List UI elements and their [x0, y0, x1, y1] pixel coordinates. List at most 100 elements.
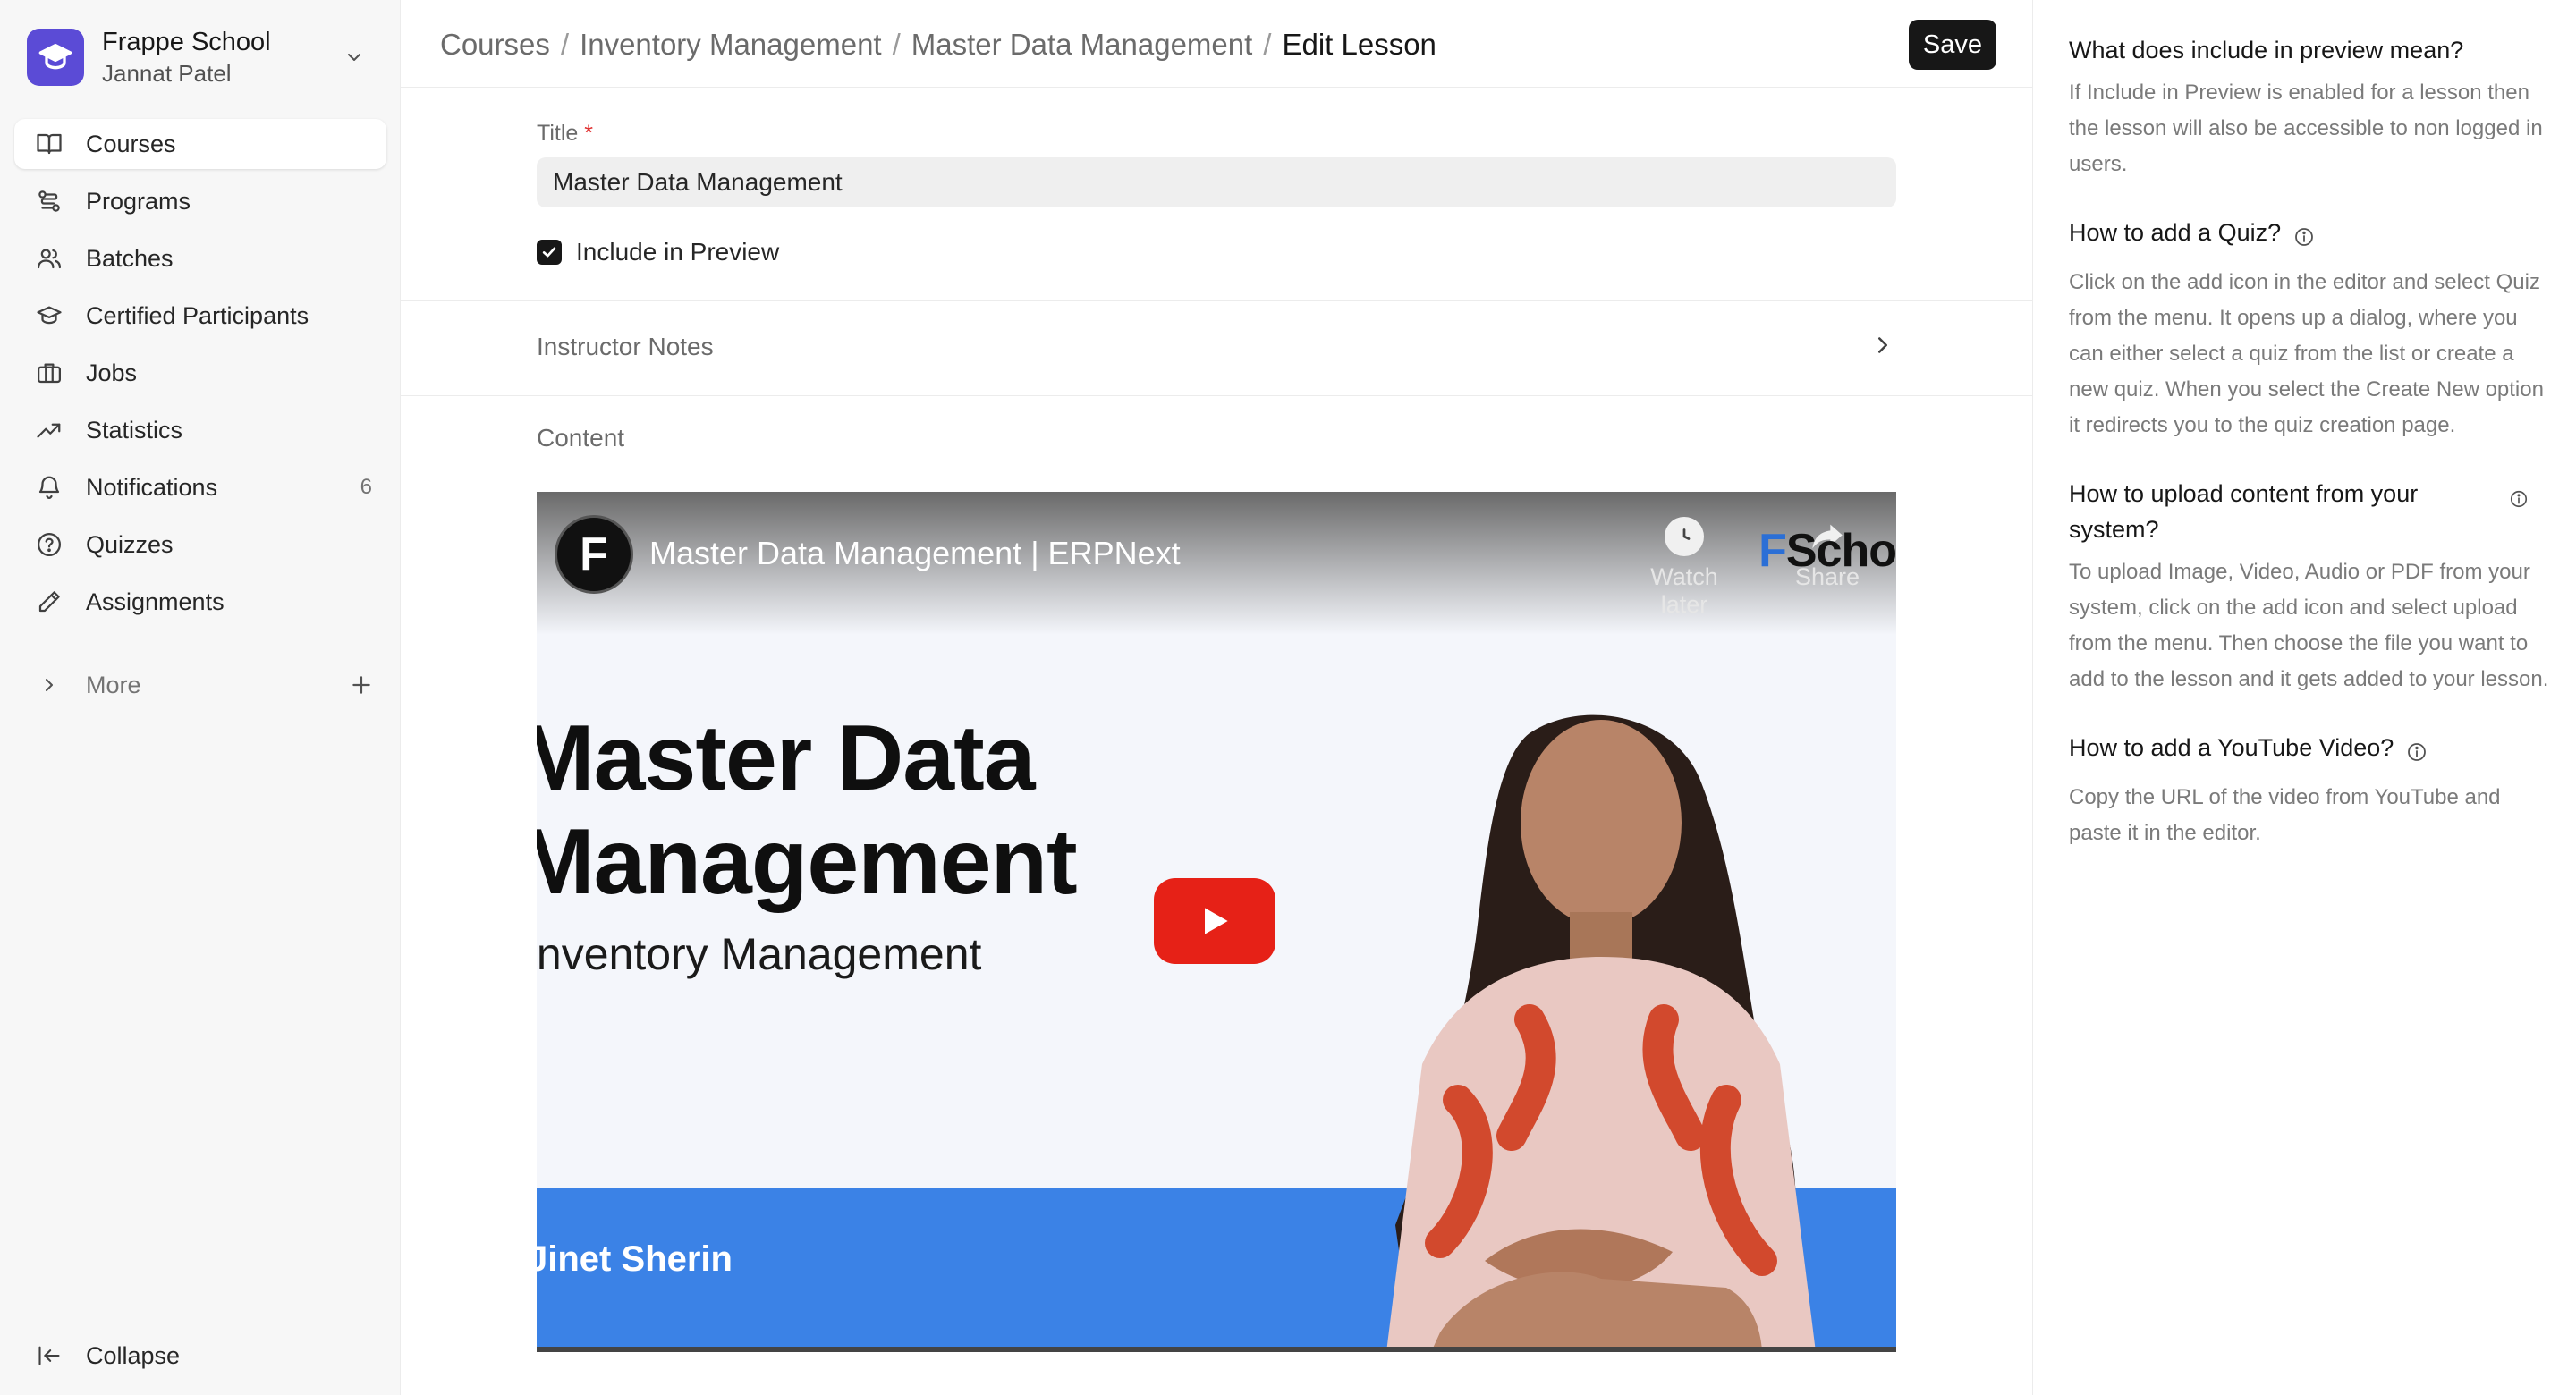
chevron-down-icon: [336, 39, 372, 75]
help-question: How to add a Quiz?: [2069, 215, 2552, 258]
user-name: Jannat Patel: [102, 60, 232, 87]
watch-later-button[interactable]: Watch later: [1626, 517, 1742, 619]
sidebar-item-label: Notifications: [86, 473, 218, 501]
top-bar: Courses / Inventory Management / Master Data…: [401, 0, 2032, 88]
sidebar-item-notifications[interactable]: Notifications 6: [14, 462, 386, 512]
play-icon: [1205, 908, 1228, 934]
title-label-text: Title: [537, 121, 579, 146]
sidebar-nav: Courses Programs Batches Certified Parti…: [14, 119, 386, 634]
include-in-preview-checkbox[interactable]: [537, 240, 562, 265]
help-question: What does include in preview mean?: [2069, 32, 2552, 68]
trending-up-icon: [34, 415, 64, 445]
help-question: How to add a YouTube Video?: [2069, 730, 2552, 773]
help-question-text: How to upload content from your system?: [2069, 480, 2419, 543]
help-answer: Click on the add icon in the editor and …: [2069, 270, 2544, 437]
help-circle-icon: [34, 529, 64, 560]
required-mark: *: [584, 121, 593, 146]
info-icon[interactable]: [2293, 222, 2315, 258]
breadcrumb-course[interactable]: Inventory Management: [580, 28, 882, 61]
help-answer: To upload Image, Video, Audio or PDF fro…: [2069, 560, 2549, 691]
breadcrumb-separator: /: [560, 28, 570, 61]
brand-f: F: [1758, 525, 1787, 577]
sidebar-item-assignments[interactable]: Assignments: [14, 577, 386, 627]
watch-later-label: Watch later: [1650, 563, 1718, 618]
content-label: Content: [537, 424, 625, 452]
sidebar-item-label: Certified Participants: [86, 301, 309, 329]
more-label: More: [86, 671, 141, 698]
help-question-text: What does include in preview mean?: [2069, 37, 2464, 63]
help-answer: Copy the URL of the video from YouTube a…: [2069, 785, 2501, 845]
help-panel: What does include in preview mean? If In…: [2032, 0, 2576, 1395]
instructor-notes-label: Instructor Notes: [537, 333, 714, 360]
pencil-icon: [34, 587, 64, 617]
save-button[interactable]: Save: [1908, 20, 1996, 70]
add-icon[interactable]: [343, 667, 379, 703]
main-content: Courses / Inventory Management / Master Data…: [401, 0, 2032, 1395]
sidebar-item-quizzes[interactable]: Quizzes: [14, 520, 386, 570]
sidebar-item-jobs[interactable]: Jobs: [14, 348, 386, 398]
brand-rest: Scho: [1785, 525, 1896, 577]
users-icon: [34, 243, 64, 274]
title-input[interactable]: Master Data Management: [537, 157, 1896, 207]
more-toggle[interactable]: More: [14, 660, 386, 710]
breadcrumb: Courses / Inventory Management / Master Data…: [440, 27, 1436, 63]
workspace-switcher[interactable]: Frappe School Jannat Patel: [14, 16, 379, 98]
info-icon[interactable]: [2406, 737, 2428, 773]
breadcrumb-lesson[interactable]: Master Data Management: [911, 28, 1253, 61]
channel-avatar[interactable]: F: [555, 515, 633, 594]
instructor-notes-toggle[interactable]: Instructor Notes: [537, 302, 1896, 392]
sidebar-item-statistics[interactable]: Statistics: [14, 405, 386, 455]
help-answer: If Include in Preview is enabled for a l…: [2069, 80, 2543, 176]
sidebar-item-label: Courses: [86, 130, 176, 157]
breadcrumb-courses[interactable]: Courses: [440, 28, 550, 61]
sidebar-item-label: Batches: [86, 244, 174, 272]
chevron-right-icon: [34, 670, 64, 700]
page-title: Edit Lesson: [1282, 28, 1436, 61]
workspace-name: Frappe School: [102, 28, 271, 56]
sidebar-item-certified-participants[interactable]: Certified Participants: [14, 291, 386, 341]
video-thumbnail-subtitle: Inventory Management: [537, 929, 982, 979]
sidebar-item-courses[interactable]: Courses: [14, 119, 386, 169]
sidebar-item-programs[interactable]: Programs: [14, 176, 386, 226]
collapse-label: Collapse: [86, 1341, 181, 1369]
book-icon: [34, 129, 64, 159]
title-label: Title *: [537, 120, 1896, 147]
thumbnail-title-line: Master Data: [537, 706, 1036, 810]
divider: [401, 300, 2032, 301]
help-question-text: How to add a YouTube Video?: [2069, 734, 2394, 761]
clock-icon: [1665, 517, 1704, 556]
breadcrumb-separator: /: [892, 28, 901, 61]
sidebar-item-label: Statistics: [86, 416, 183, 444]
route-icon: [34, 186, 64, 216]
info-icon[interactable]: [2509, 483, 2529, 519]
sidebar-item-label: Jobs: [86, 359, 138, 386]
notification-count-badge: 6: [360, 475, 372, 499]
include-in-preview-row[interactable]: Include in Preview: [537, 238, 1896, 266]
divider: [401, 395, 2032, 396]
graduation-cap-icon: [34, 300, 64, 331]
chevron-right-icon: [1869, 332, 1896, 363]
channel-brand-watermark: FScho: [1758, 524, 1896, 578]
sidebar: Frappe School Jannat Patel Courses Progr…: [0, 0, 401, 1395]
youtube-video-embed[interactable]: Master Data Management Inventory Managem…: [537, 492, 1896, 1352]
help-question-text: How to add a Quiz?: [2069, 219, 2282, 246]
collapse-icon: [34, 1340, 64, 1371]
sidebar-item-batches[interactable]: Batches: [14, 233, 386, 283]
play-button[interactable]: [1154, 878, 1275, 964]
sidebar-item-label: Assignments: [86, 588, 225, 615]
presenter-image: [1386, 714, 1816, 1347]
sidebar-item-label: Quizzes: [86, 530, 174, 558]
sidebar-item-label: Programs: [86, 187, 191, 215]
video-presenter-name: Jinet Sherin: [537, 1239, 733, 1279]
collapse-sidebar-button[interactable]: Collapse: [14, 1331, 386, 1381]
breadcrumb-separator: /: [1263, 28, 1272, 61]
lesson-form: Title * Master Data Management Include i…: [537, 120, 1896, 266]
school-logo-icon: [27, 29, 84, 86]
video-thumbnail-title: Master Data Management: [537, 706, 1078, 914]
include-in-preview-label: Include in Preview: [576, 238, 780, 266]
thumbnail-title-line: Management: [537, 810, 1078, 914]
bell-icon: [34, 472, 64, 503]
help-question: How to upload content from your system?: [2069, 476, 2552, 547]
video-title[interactable]: Master Data Management | ERPNext: [649, 535, 1181, 572]
briefcase-icon: [34, 358, 64, 388]
